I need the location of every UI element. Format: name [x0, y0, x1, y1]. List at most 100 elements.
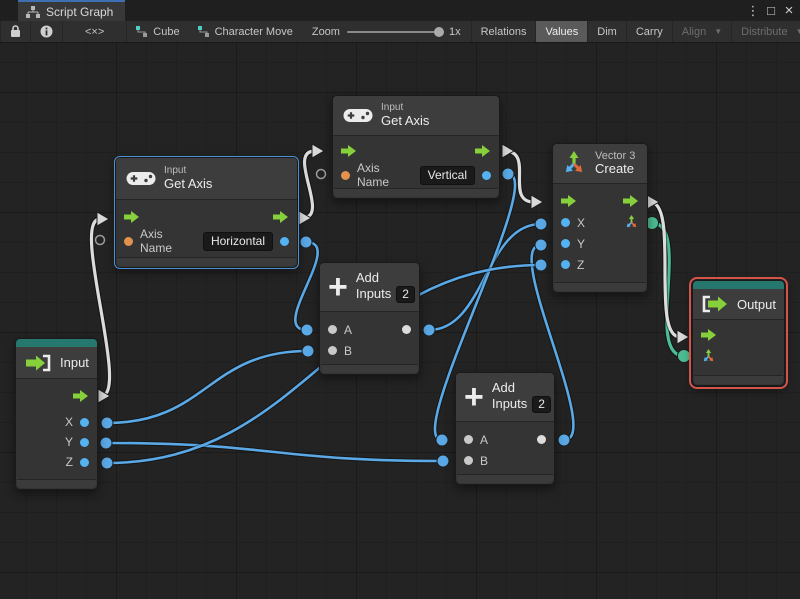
- value-connection-bubble: [534, 217, 548, 231]
- value-output-port[interactable]: [280, 236, 289, 246]
- x-output-port[interactable]: [80, 417, 89, 427]
- inputs-count-field[interactable]: 2: [396, 285, 415, 303]
- node-footer: [457, 474, 553, 483]
- tab-script-graph[interactable]: Script Graph: [18, 0, 126, 21]
- control-output-port[interactable]: [475, 145, 491, 157]
- zoom-value: 1x: [448, 25, 461, 38]
- wire-horizontal-value-to-add1-a[interactable]: [294, 240, 319, 332]
- value-connection-bubble: [100, 416, 114, 430]
- b-input-port[interactable]: [328, 346, 337, 355]
- add-icon: +: [464, 378, 484, 416]
- y-output-port[interactable]: [80, 437, 89, 447]
- control-output-port[interactable]: [73, 390, 89, 402]
- port-label-z: Z: [577, 257, 585, 272]
- port-label-a: A: [344, 322, 353, 337]
- gamepad-icon: [126, 172, 156, 185]
- a-input-port[interactable]: [328, 325, 337, 334]
- graph-icon: [26, 5, 40, 18]
- value-connection-bubble: [435, 433, 449, 447]
- node-get-axis-vertical[interactable]: Input Get Axis Axis Name Vertical: [332, 95, 500, 199]
- axis-name-field[interactable]: Vertical: [419, 165, 475, 185]
- a-input-port[interactable]: [464, 435, 473, 444]
- chevron-down-icon: ▼: [796, 27, 800, 36]
- window-close-button[interactable]: ×: [780, 0, 798, 21]
- axis-name-field[interactable]: Horizontal: [202, 231, 273, 251]
- zoom-slider[interactable]: [346, 26, 444, 37]
- control-connection-arrow: [311, 143, 325, 159]
- node-vector3-create[interactable]: Vector 3 Create X Y Z: [552, 143, 648, 293]
- port-label-y: Y: [577, 236, 586, 251]
- input-node-icon: [26, 354, 51, 371]
- value-connection-bubble: [436, 454, 450, 468]
- value-connection-bubble: [99, 436, 113, 450]
- window-maximize-button[interactable]: □: [762, 0, 780, 21]
- unconnected-port-ring[interactable]: [94, 234, 106, 246]
- inputs-count-field[interactable]: 2: [532, 395, 551, 413]
- control-connection-arrow: [96, 211, 110, 227]
- node-title: Get Axis: [164, 175, 213, 191]
- control-input-port[interactable]: [341, 145, 357, 157]
- y-input-port[interactable]: [561, 239, 570, 248]
- control-input-port[interactable]: [701, 329, 717, 341]
- node-graph-output[interactable]: Output: [689, 277, 788, 389]
- b-input-port[interactable]: [464, 456, 473, 465]
- node-add-2[interactable]: + Add Inputs 2 A B: [455, 372, 555, 485]
- node-graph-input[interactable]: Input X Y Z: [15, 338, 98, 490]
- node-add-1[interactable]: + Add Inputs 2 A B: [319, 262, 420, 375]
- sum-output-port[interactable]: [402, 325, 411, 334]
- code-preview-button[interactable]: <×>: [63, 21, 128, 42]
- distribute-label: Distribute: [741, 25, 788, 38]
- node-footer: [334, 188, 498, 197]
- node-get-axis-horizontal[interactable]: Input Get Axis Axis Name Horizontal: [114, 156, 299, 269]
- zoom-control: Zoom 1x: [302, 21, 471, 42]
- info-button[interactable]: [31, 21, 63, 42]
- z-output-port[interactable]: [80, 457, 89, 467]
- dim-label: Dim: [597, 25, 617, 38]
- relations-toggle[interactable]: Relations: [470, 21, 537, 42]
- control-connection-arrow: [501, 143, 515, 159]
- wire-input-x-to-add1-b[interactable]: [106, 349, 309, 425]
- graph-canvas[interactable]: Input Get Axis Axis Name Vertical Input …: [0, 43, 800, 599]
- distribute-dropdown[interactable]: Distribute ▼: [732, 21, 800, 42]
- control-connection-arrow: [676, 329, 690, 345]
- dim-toggle[interactable]: Dim: [588, 21, 627, 42]
- value-connection-bubble: [534, 238, 548, 252]
- carry-toggle[interactable]: Carry: [627, 21, 673, 42]
- value-connection-bubble: [100, 456, 114, 470]
- zoom-slider-knob[interactable]: [433, 26, 444, 37]
- values-toggle[interactable]: Values: [536, 21, 589, 42]
- wire-getaxis-horizontal-ctrl-to-getaxis-vertical[interactable]: [301, 149, 316, 220]
- control-output-port[interactable]: [623, 195, 639, 207]
- breadcrumb-character-label: Character Move: [214, 25, 293, 38]
- z-input-port[interactable]: [561, 260, 570, 269]
- inputs-label: Inputs: [355, 286, 392, 301]
- align-dropdown[interactable]: Align ▼: [673, 21, 733, 42]
- breadcrumb-character-move[interactable]: Character Move: [189, 21, 302, 42]
- unconnected-port-ring[interactable]: [315, 168, 327, 180]
- sum-output-port[interactable]: [537, 435, 546, 444]
- port-label-b: B: [344, 343, 353, 358]
- port-label-a: A: [480, 432, 489, 447]
- string-input-port[interactable]: [341, 170, 350, 180]
- breadcrumb-cube[interactable]: Cube: [127, 21, 188, 42]
- lock-button[interactable]: [0, 21, 31, 42]
- relations-label: Relations: [480, 25, 527, 38]
- vector3-input-port[interactable]: [701, 348, 716, 364]
- window-menu-button[interactable]: ⋮: [744, 0, 762, 21]
- value-output-port[interactable]: [482, 170, 491, 180]
- output-node-icon: [702, 295, 727, 313]
- node-title: Output: [736, 296, 776, 312]
- port-label-x: X: [577, 215, 586, 230]
- tab-title: Script Graph: [46, 4, 114, 19]
- node-footer: [17, 479, 96, 488]
- vector3-output-port[interactable]: [624, 215, 639, 230]
- control-input-port[interactable]: [561, 195, 577, 207]
- string-input-port[interactable]: [124, 236, 133, 246]
- x-input-port[interactable]: [561, 218, 570, 227]
- port-label-b: B: [480, 453, 489, 468]
- node-title: Input: [60, 355, 89, 370]
- graph-breadcrumb-icon: [136, 26, 148, 37]
- control-input-port[interactable]: [124, 211, 140, 223]
- value-connection-bubble: [677, 349, 691, 363]
- control-output-port[interactable]: [273, 211, 289, 223]
